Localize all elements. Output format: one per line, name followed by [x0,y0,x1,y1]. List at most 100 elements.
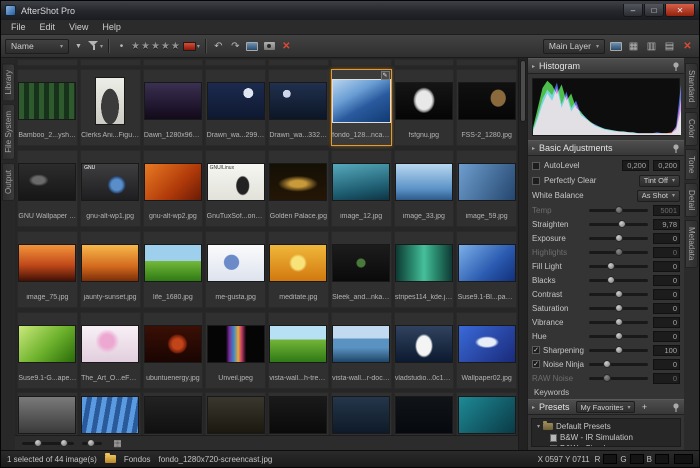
adjust-slider[interactable] [589,293,648,296]
tab-file-system[interactable]: File System [2,104,15,160]
thumbnail-cell[interactable] [394,59,455,66]
grid-scrollbar[interactable] [518,58,527,450]
list-view-button[interactable]: ▤ [662,38,677,54]
minimize-button[interactable]: – [623,4,643,17]
split-view-button[interactable]: ▥ [644,38,659,54]
perfectly-clear-checkbox[interactable] [532,177,540,185]
tab-output[interactable]: Output [2,163,15,201]
thumbnail-cell[interactable] [17,59,78,66]
layer-dropdown[interactable]: Main Layer ▾ [543,39,605,54]
presets-header[interactable]: ▸ Presets My Favorites ▾ + [528,399,684,415]
grid-view-button[interactable]: ▦ [626,38,641,54]
thumbnail-cell[interactable]: Wallpaper02.jpg [456,312,517,389]
thumbnail-cell[interactable]: Sleek_and...nkahn.jpg [331,231,392,308]
adjust-slider[interactable] [589,349,648,352]
thumbnail-cell[interactable] [80,59,141,66]
thumbnail-cell[interactable]: jaunty-sunset.jpg [80,231,141,308]
thumbnail-cell[interactable]: FSS-2_1280.jpg [456,69,517,146]
adjust-slider[interactable] [589,265,648,268]
camera-button[interactable] [262,38,277,54]
thumbnail-cell[interactable] [268,59,329,66]
thumbnail-cell[interactable]: Suse9.1-Bl...papers.jpg [456,231,517,308]
star-icon[interactable]: ★ [161,41,171,52]
menu-help[interactable]: Help [95,22,128,32]
adjust-slider[interactable] [589,209,648,212]
slider-handle[interactable] [615,332,623,340]
preset-folder[interactable]: ▾Default Presets [532,421,680,432]
sort-direction-button[interactable]: ▼ [71,38,86,54]
tab-detail[interactable]: Detail [685,183,698,217]
adjust-value[interactable]: 0 [653,317,680,328]
thumbnail-cell[interactable]: vladstudio...0c1024.jpg [394,312,455,389]
adjust-checkbox[interactable]: ✓ [532,346,540,354]
tint-dropdown[interactable]: Tint Off ▾ [639,175,680,187]
adjust-value[interactable]: 0 [653,247,680,258]
no-rating-button[interactable]: • [114,38,129,54]
close-button[interactable]: ✕ [665,4,695,17]
preview-button[interactable] [608,38,623,54]
slider-handle[interactable] [615,304,623,312]
slider-handle[interactable] [615,346,623,354]
thumbnail-cell[interactable]: image_12.jpg [331,150,392,227]
thumbnail-cell[interactable]: fondo_128...ncast.jpg✎ [331,69,392,146]
pin-icon[interactable] [672,144,680,153]
tab-color[interactable]: Color [685,112,698,145]
thumbnail-cell[interactable] [394,392,455,435]
delete-button[interactable]: ✕ [279,38,294,54]
adjust-slider[interactable] [589,377,648,380]
preset-item[interactable]: B&W - Simple [532,443,680,447]
rotate-left-button[interactable]: ↶ [211,38,226,54]
adjust-slider[interactable] [589,237,648,240]
thumbnail-cell[interactable]: image_33.jpg [394,150,455,227]
thumbnail-cell[interactable]: image_75.jpg [17,231,78,308]
thumbnail-cell[interactable]: me-gusta.jpg [205,231,266,308]
star-rating[interactable]: ★★★★★ [131,41,181,52]
adjust-slider[interactable] [589,251,648,254]
slider-handle[interactable] [618,220,626,228]
color-label-button[interactable]: ▾ [183,38,200,54]
adjust-value[interactable]: 0 [653,233,680,244]
slider-handle[interactable] [615,248,623,256]
pin-icon[interactable] [672,403,680,412]
thumbnail-cell[interactable]: image_59.jpg [456,150,517,227]
thumbnail-cell[interactable] [143,59,204,66]
thumbnail-cell[interactable] [80,392,141,435]
menu-edit[interactable]: Edit [33,22,63,32]
slider-handle[interactable] [603,360,611,368]
histogram-header[interactable]: ▸ Histogram [528,58,684,74]
thumbnail-cell[interactable]: vista-wall...h-tree.jpg [268,312,329,389]
adjust-value[interactable]: 0 [653,359,680,370]
slideshow-button[interactable] [245,38,260,54]
adjust-slider[interactable] [589,279,648,282]
thumbnail-cell[interactable] [143,392,204,435]
zoom-slider[interactable] [82,442,102,445]
favorites-dropdown[interactable]: My Favorites ▾ [576,401,636,413]
maximize-button[interactable]: □ [644,4,664,17]
scrollbar-thumb[interactable] [520,60,526,122]
adjust-value[interactable]: 0 [653,373,680,384]
slider-handle[interactable] [34,439,42,447]
adjust-slider[interactable] [589,307,648,310]
adjust-slider[interactable] [589,363,648,366]
star-icon[interactable]: ★ [151,41,161,52]
thumbnail-cell[interactable]: Clerks Ani...Figure.jpg [80,69,141,146]
thumbnail-cell[interactable]: life_1680.jpg [143,231,204,308]
slider-handle[interactable] [615,318,623,326]
slider-handle[interactable] [607,276,615,284]
thumbnail-cell[interactable] [456,59,517,66]
adjust-slider[interactable] [589,321,648,324]
adjust-checkbox[interactable]: ✓ [532,360,540,368]
thumbnail-cell[interactable]: Drawn_wa...299_.jpg [205,69,266,146]
adjust-value[interactable]: 100 [653,345,680,356]
thumbnail-cell[interactable]: ubuntuenergy.jpg [143,312,204,389]
adjust-slider[interactable] [589,335,648,338]
star-icon[interactable]: ★ [131,41,141,52]
thumbnail-cell[interactable]: Dawn_1280x960.jpg [143,69,204,146]
thumbnail-cell[interactable] [17,392,78,435]
title-bar[interactable]: AfterShot Pro – □ ✕ [1,1,699,20]
slider-handle[interactable] [60,439,68,447]
adjust-value[interactable]: 0 [653,331,680,342]
thumbnail-cell[interactable]: gnu-alt-wp2.jpg [143,150,204,227]
grid-size-button[interactable]: ▦ [110,437,125,449]
adjust-value[interactable]: 0 [653,289,680,300]
